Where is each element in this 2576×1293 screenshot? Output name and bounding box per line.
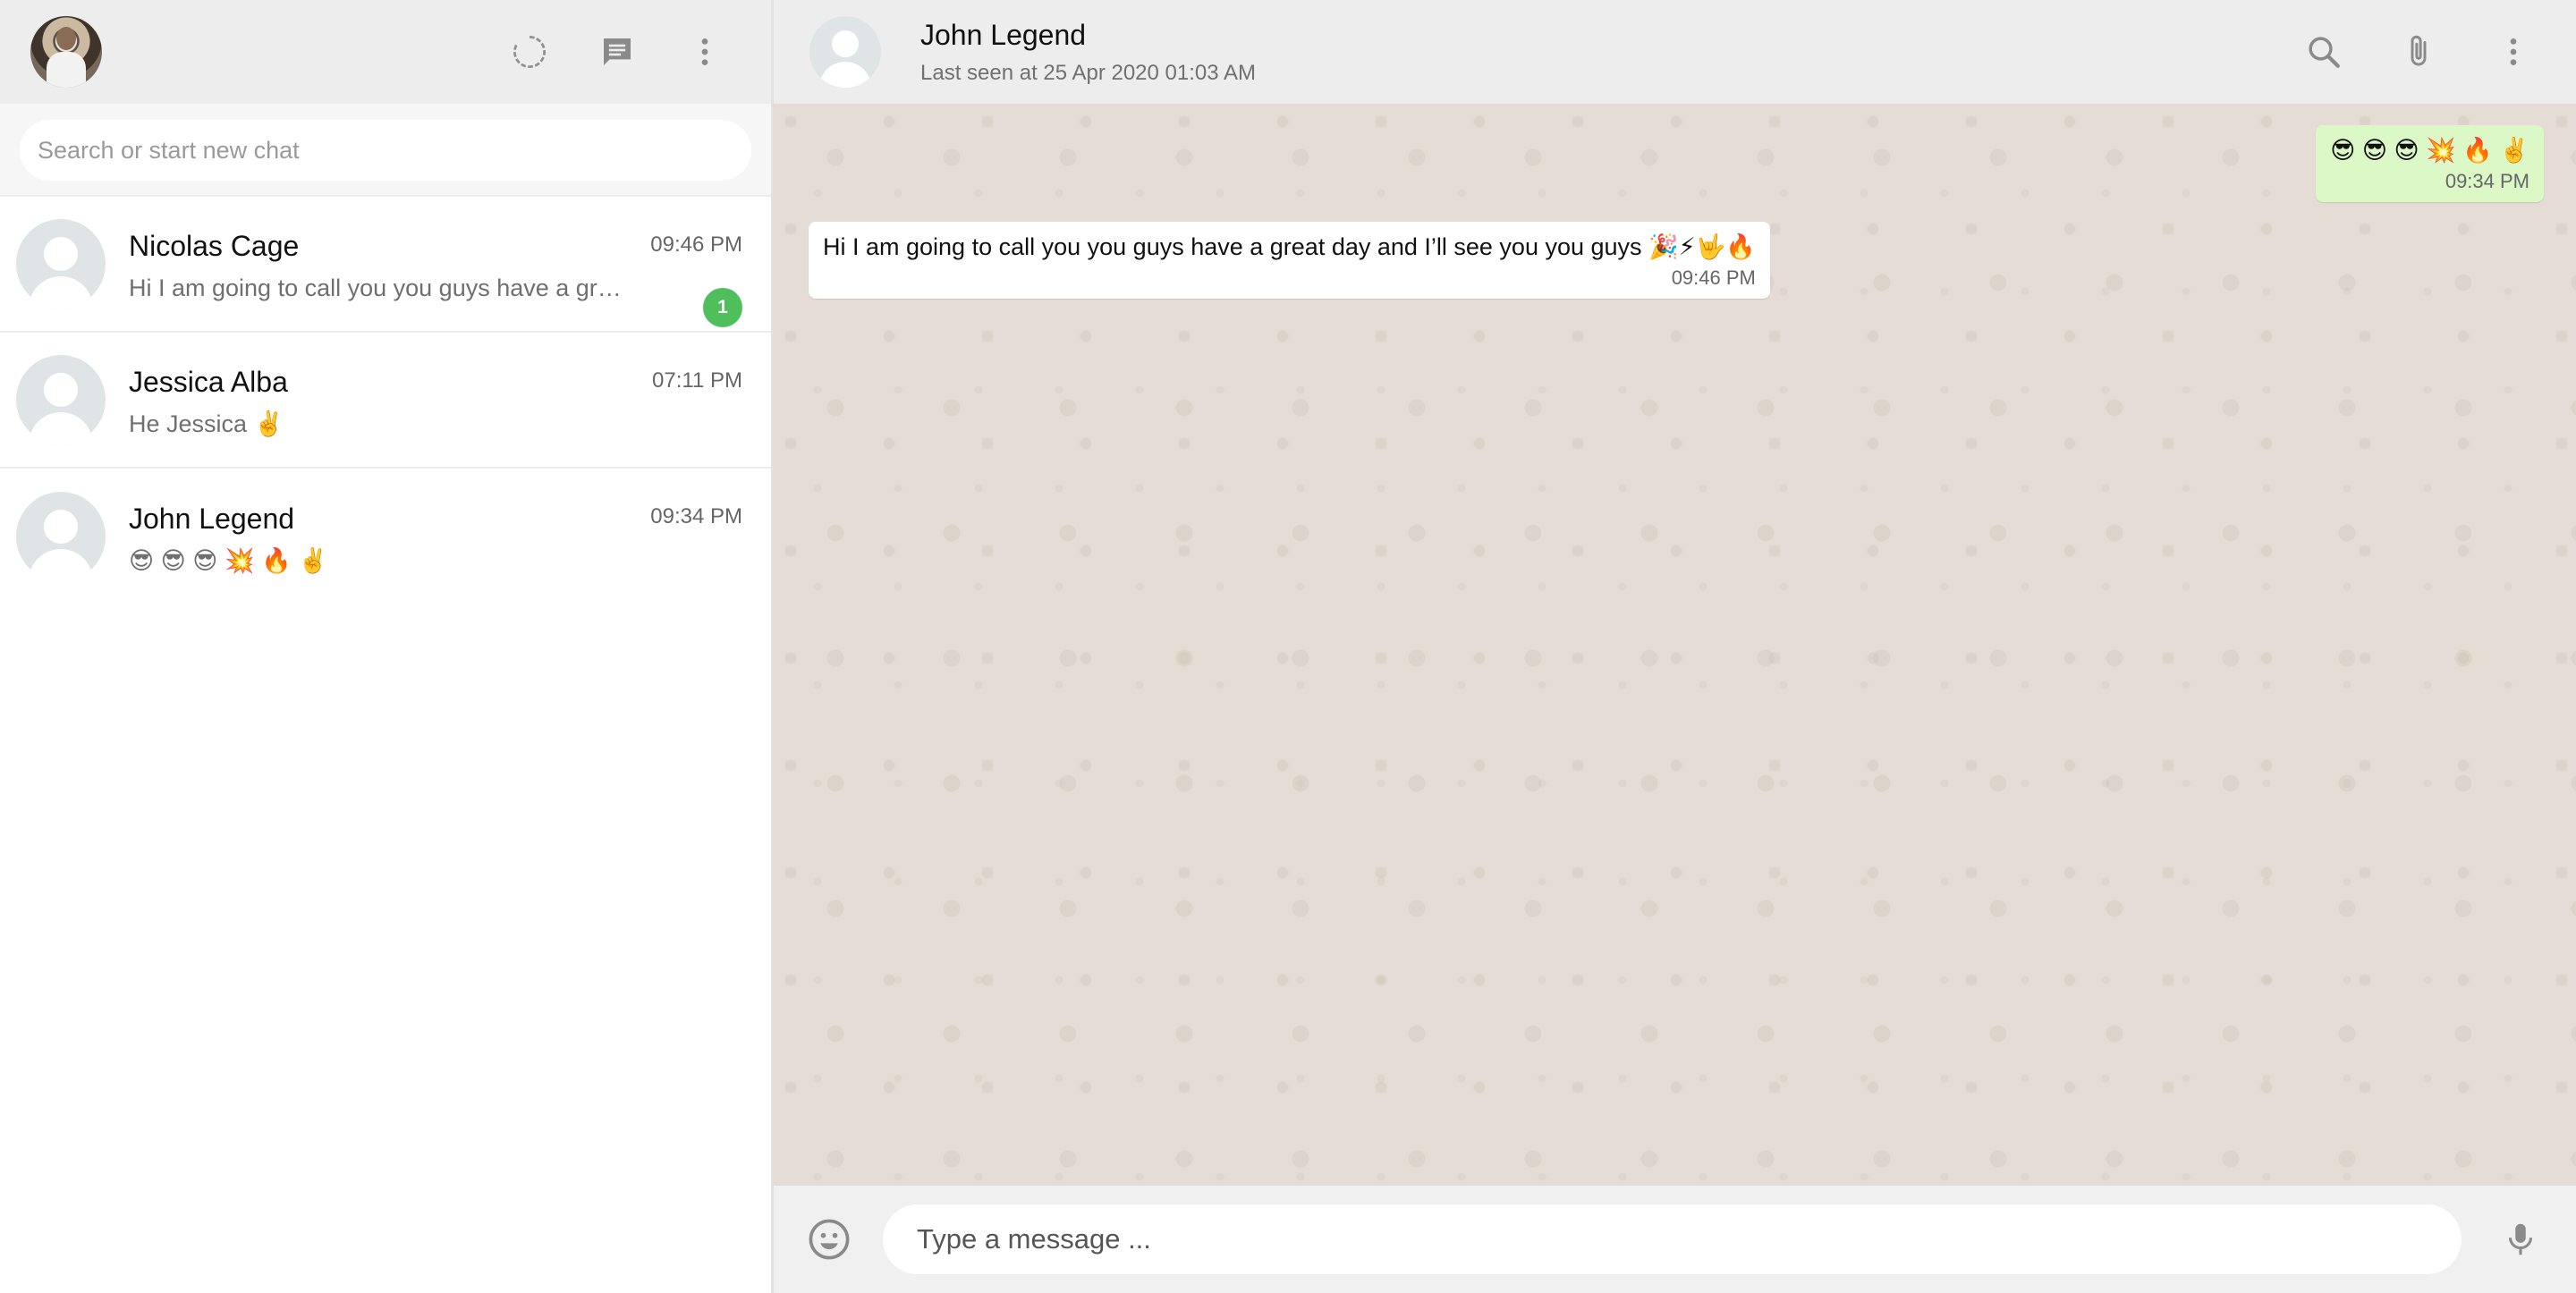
message-time: 09:46 PM <box>1671 266 1756 289</box>
contact-avatar <box>16 492 106 581</box>
chat-time: 09:34 PM <box>650 504 742 528</box>
paperclip-icon[interactable] <box>2395 29 2442 75</box>
sidebar-header <box>0 0 771 104</box>
outgoing-message[interactable]: 😎 😎 😎 💥 🔥 ✌️ 09:34 PM <box>2316 125 2544 202</box>
unread-badge: 1 <box>703 288 742 327</box>
chat-time: 07:11 PM <box>652 368 742 393</box>
message-area[interactable]: 😎 😎 😎 💥 🔥 ✌️ 09:34 PM Hi I am going to c… <box>773 104 2576 1186</box>
conversation-panel: John Legend Last seen at 25 Apr 2020 01:… <box>773 0 2576 1293</box>
chat-list-item[interactable]: Jessica Alba He Jessica ✌️ 07:11 PM <box>0 333 771 469</box>
message-time: 09:34 PM <box>2445 170 2529 192</box>
chat-preview: He Jessica ✌️ <box>129 410 284 437</box>
emoji-icon[interactable] <box>806 1216 852 1263</box>
chat-preview: Hi I am going to call you you guys have … <box>129 274 630 301</box>
new-chat-icon[interactable] <box>594 29 640 75</box>
status-icon[interactable] <box>506 29 553 75</box>
avatar-shirt <box>47 52 86 88</box>
sidebar-actions <box>506 29 728 75</box>
contact-info[interactable]: John Legend Last seen at 25 Apr 2020 01:… <box>920 19 2301 86</box>
avatar-head <box>56 27 76 50</box>
contact-name: John Legend <box>920 18 1087 51</box>
last-seen-status: Last seen at 25 Apr 2020 01:03 AM <box>920 60 1256 85</box>
conversation-header: John Legend Last seen at 25 Apr 2020 01:… <box>773 0 2576 104</box>
sidebar: Nicolas Cage Hi I am going to call you y… <box>0 0 773 1293</box>
chat-list: Nicolas Cage Hi I am going to call you y… <box>0 197 771 604</box>
contact-avatar <box>16 355 106 444</box>
search-input[interactable] <box>20 120 751 181</box>
more-vertical-icon[interactable] <box>2490 29 2537 75</box>
chat-list-item[interactable]: John Legend 😎 😎 😎 💥 🔥 ✌️ 09:34 PM <box>0 469 771 604</box>
microphone-icon[interactable] <box>2497 1216 2544 1263</box>
message-text: Hi I am going to call you you guys have … <box>823 233 1756 260</box>
contact-avatar <box>16 219 106 308</box>
search-icon[interactable] <box>2301 29 2347 75</box>
chat-list-item[interactable]: Nicolas Cage Hi I am going to call you y… <box>0 197 771 333</box>
my-avatar[interactable] <box>30 16 102 88</box>
contact-avatar[interactable] <box>809 16 881 88</box>
message-input[interactable] <box>883 1204 2462 1274</box>
incoming-message[interactable]: Hi I am going to call you you guys have … <box>809 222 1770 299</box>
search-bar <box>0 104 771 197</box>
whatsapp-app: Nicolas Cage Hi I am going to call you y… <box>0 0 2576 1293</box>
more-vertical-icon[interactable] <box>682 29 728 75</box>
message-composer <box>773 1186 2576 1293</box>
chat-preview: 😎 😎 😎 💥 🔥 ✌️ <box>129 546 328 574</box>
message-text: 😎 😎 😎 💥 🔥 ✌️ <box>2330 137 2529 164</box>
chat-time: 09:46 PM <box>650 232 742 257</box>
conversation-actions <box>2301 29 2537 75</box>
